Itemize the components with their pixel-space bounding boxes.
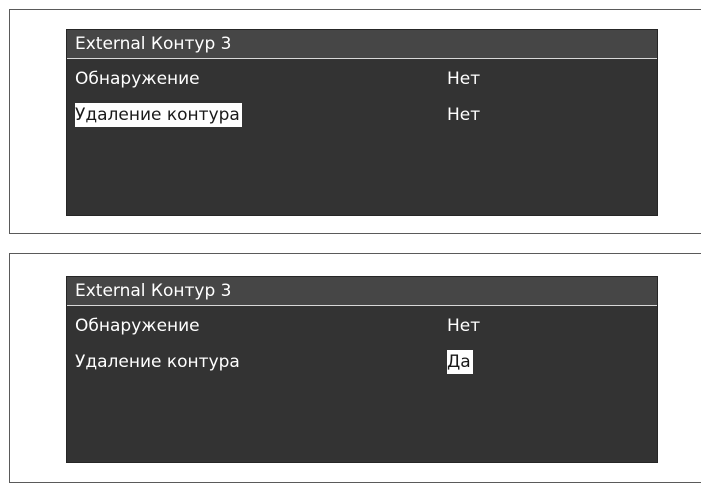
detection-value: Нет bbox=[447, 69, 481, 89]
detection-label: Обнаружение bbox=[75, 69, 200, 89]
circuit-removal-label-selected[interactable]: Удаление контура bbox=[75, 103, 242, 127]
detection-value: Нет bbox=[447, 316, 481, 336]
screenshot-panel-2: External Контур 3 Обнаружение Нет Удален… bbox=[9, 253, 701, 483]
menu-title-bar: External Контур 3 bbox=[67, 277, 657, 306]
menu-row-detection[interactable]: Обнаружение Нет bbox=[67, 312, 657, 340]
menu-title: External Контур 3 bbox=[75, 281, 232, 301]
device-display: External Контур 3 Обнаружение Нет Удален… bbox=[66, 29, 658, 216]
menu-title: External Контур 3 bbox=[75, 34, 232, 54]
device-display: External Контур 3 Обнаружение Нет Удален… bbox=[66, 276, 658, 463]
screenshot-panel-1: External Контур 3 Обнаружение Нет Удален… bbox=[9, 9, 701, 234]
menu-row-circuit-removal[interactable]: Удаление контура Нет bbox=[67, 101, 657, 129]
circuit-removal-label: Удаление контура bbox=[75, 352, 240, 372]
menu-title-bar: External Контур 3 bbox=[67, 30, 657, 59]
menu-row-circuit-removal[interactable]: Удаление контура Да bbox=[67, 348, 657, 376]
menu-row-detection[interactable]: Обнаружение Нет bbox=[67, 65, 657, 93]
circuit-removal-value-selected[interactable]: Да bbox=[447, 350, 473, 374]
circuit-removal-value: Нет bbox=[447, 105, 481, 125]
detection-label: Обнаружение bbox=[75, 316, 200, 336]
